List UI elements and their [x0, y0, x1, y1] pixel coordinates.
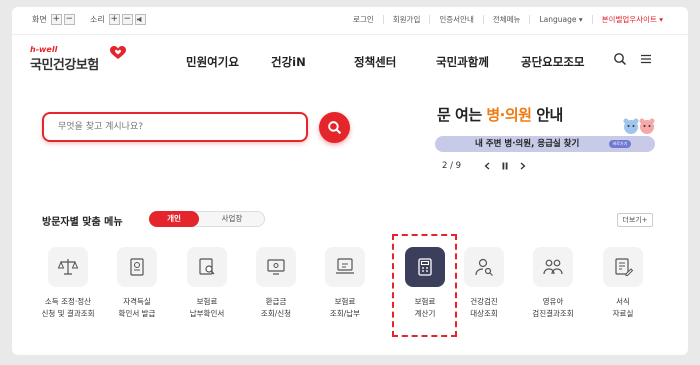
computer-pay-icon	[325, 247, 365, 287]
heart-logo-icon	[110, 46, 126, 59]
more-button[interactable]: 더보기+	[617, 213, 653, 227]
search-input[interactable]	[44, 114, 306, 140]
menu-tile-infant-checkup[interactable]: 영유아 검진결과조회	[518, 247, 588, 320]
highlight-box	[392, 234, 457, 337]
section-title: 방문자별 맞춤 메뉴	[42, 217, 123, 228]
tab-business[interactable]: 사업장	[212, 212, 252, 226]
banner-go-button[interactable]: 바로가기	[609, 140, 631, 148]
monitor-icon	[256, 247, 296, 287]
tile-label: 자격득실 확인서 발급	[118, 297, 156, 318]
banner-title-part2: 안내	[531, 106, 563, 124]
tab-personal[interactable]: 개인	[149, 211, 199, 227]
gnb-with-citizens[interactable]: 국민과함께	[436, 54, 489, 70]
tile-label: 영유아 검진결과조회	[532, 297, 574, 318]
person-search-icon	[464, 247, 504, 287]
menu-tile-qualification-cert[interactable]: 자격득실 확인서 발급	[102, 247, 172, 320]
menu-tile-payment-confirm[interactable]: 보험료 납부확인서	[172, 247, 242, 320]
speaker-icon[interactable]	[134, 14, 146, 25]
search-box	[42, 112, 308, 142]
screen-zoom-out-button[interactable]: −	[63, 14, 75, 25]
page-frame: 화면 + − 소리 + − 로그인 회원가입 인증서안내 전체메뉴 Langua…	[12, 7, 688, 355]
certificate-icon	[117, 247, 157, 287]
screen-size-control: 화면 + −	[32, 14, 77, 25]
banner-title-highlight: 병·의원	[486, 106, 532, 124]
sound-control: 소리 + −	[90, 14, 148, 25]
banner-link-bar[interactable]: 내 주변 병·의원, 응급실 찾기 바로가기	[435, 136, 655, 152]
menu-icon[interactable]	[639, 52, 653, 66]
pause-icon[interactable]	[501, 161, 509, 171]
tile-label: 환급금 조회/신청	[260, 297, 292, 318]
site-logo[interactable]: h-well 국민건강보험	[30, 45, 126, 73]
next-icon[interactable]	[519, 161, 527, 171]
family-icon	[533, 247, 573, 287]
menu-tile-premium-payment[interactable]: 보험료 조회/납부	[310, 247, 380, 320]
prev-icon[interactable]	[483, 161, 491, 171]
utility-bar: 화면 + − 소리 + − 로그인 회원가입 인증서안내 전체메뉴 Langua…	[12, 7, 688, 33]
menu-tile-checkup-target[interactable]: 건강검진 대상조회	[449, 247, 519, 320]
tile-label: 서식 자료실	[612, 297, 634, 318]
login-link[interactable]: 로그인	[344, 15, 383, 24]
logo-subtitle: h-well	[30, 45, 58, 54]
sound-label: 소리	[90, 15, 105, 24]
signup-link[interactable]: 회원가입	[382, 15, 430, 24]
banner-title[interactable]: 문 여는 병·의원 안내	[437, 104, 563, 125]
search-button[interactable]	[319, 112, 350, 143]
banner-bar-text: 내 주변 병·의원, 응급실 찾기	[475, 139, 580, 149]
search-icon[interactable]	[613, 52, 627, 66]
banner-pager: 2 / 9	[442, 161, 537, 171]
tile-label: 건강검진 대상조회	[470, 297, 498, 318]
menu-tile-income-adjust[interactable]: 소득 조정·정산 신청 및 결과조회	[33, 247, 103, 320]
related-sites-select[interactable]: 본이벨업우사이트 ▾	[591, 15, 672, 24]
tile-label: 보험료 조회/납부	[329, 297, 361, 318]
tile-label: 보험료 납부확인서	[189, 297, 225, 318]
all-menu-link[interactable]: 전체메뉴	[482, 15, 530, 24]
banner-title-part1: 문 여는	[437, 106, 487, 124]
tile-label: 소득 조정·정산 신청 및 결과조회	[41, 297, 95, 318]
language-select[interactable]: Language ▾	[529, 15, 591, 24]
utility-links: 로그인 회원가입 인증서안내 전체메뉴 Language ▾ 본이벨업우사이트 …	[344, 15, 672, 24]
gnb-corporation-info[interactable]: 공단요모조모	[521, 54, 584, 70]
logo-title: 국민건강보험	[30, 58, 99, 73]
visitor-type-toggle: 개인 사업장	[149, 211, 265, 227]
screen-zoom-in-button[interactable]: +	[50, 14, 62, 25]
gnb-health-in[interactable]: 건강iN	[271, 54, 306, 70]
gnb-civil-service[interactable]: 민원여기요	[186, 54, 239, 70]
volume-down-button[interactable]: −	[121, 14, 133, 25]
volume-up-button[interactable]: +	[108, 14, 120, 25]
search-icon	[328, 121, 342, 135]
gnb-policy-center[interactable]: 정책센터	[354, 54, 396, 70]
document-edit-icon	[603, 247, 643, 287]
document-search-icon	[187, 247, 227, 287]
banner-counter: 2 / 9	[442, 161, 462, 171]
menu-tile-forms-library[interactable]: 서식 자료실	[588, 247, 658, 320]
menu-tile-refund[interactable]: 환급금 조회/신청	[241, 247, 311, 320]
certificate-guide-link[interactable]: 인증서안내	[429, 15, 483, 24]
scale-icon	[48, 247, 88, 287]
screen-size-label: 화면	[32, 15, 47, 24]
divider	[12, 34, 688, 35]
